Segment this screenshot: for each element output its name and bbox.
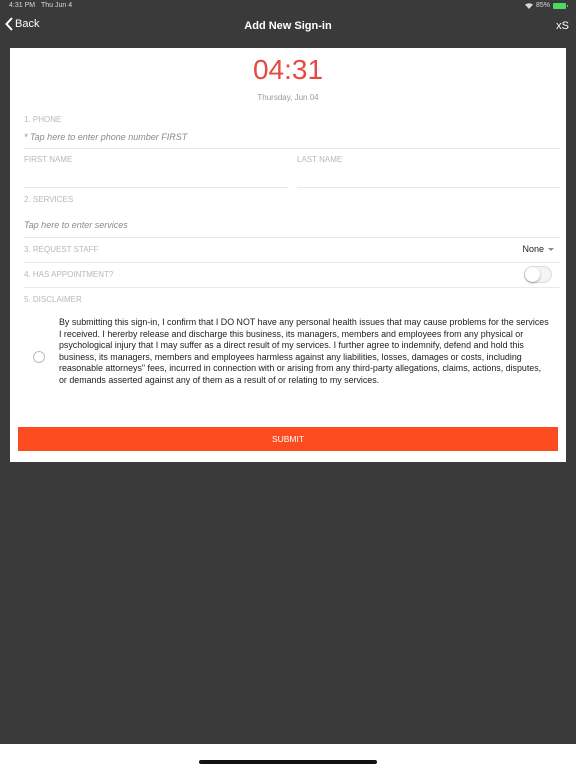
divider bbox=[24, 262, 560, 263]
status-right: 85% bbox=[524, 2, 568, 9]
submit-button[interactable]: SUBMIT bbox=[18, 427, 558, 451]
appointment-toggle[interactable] bbox=[524, 266, 552, 283]
disclaimer-agree-radio[interactable] bbox=[33, 351, 45, 363]
staff-dropdown-value: None bbox=[522, 244, 544, 254]
phone-label: 1. PHONE bbox=[24, 115, 62, 124]
divider bbox=[24, 237, 560, 238]
wifi-icon bbox=[524, 2, 533, 9]
first-name-label: FIRST NAME bbox=[24, 155, 73, 164]
date-display: Thursday, Jun 04 bbox=[257, 93, 319, 102]
home-indicator bbox=[199, 760, 377, 764]
disclaimer-label: 5. DISCLAIMER bbox=[24, 295, 82, 304]
first-name-input[interactable] bbox=[24, 166, 288, 186]
divider bbox=[24, 187, 288, 188]
appointment-label: 4. HAS APPOINTMENT? bbox=[24, 270, 114, 279]
services-input[interactable]: Tap here to enter services bbox=[24, 220, 128, 230]
divider bbox=[297, 187, 560, 188]
divider bbox=[24, 287, 560, 288]
status-bar: 4:31 PM Thu Jun 4 85% bbox=[0, 0, 576, 12]
status-time: 4:31 PM bbox=[9, 2, 36, 9]
caret-down-icon bbox=[548, 247, 554, 251]
disclaimer-text: By submitting this sign-in, I confirm th… bbox=[59, 317, 549, 385]
page-title: Add New Sign-in bbox=[244, 20, 332, 32]
status-date: Thu Jun 4 bbox=[41, 2, 73, 9]
battery-icon bbox=[553, 2, 568, 9]
sign-in-form-card: 04:31 Thursday, Jun 04 1. PHONE * Tap he… bbox=[10, 48, 566, 462]
phone-input[interactable]: * Tap here to enter phone number FIRST bbox=[24, 132, 187, 142]
battery-percent: 85% bbox=[535, 2, 550, 9]
last-name-label: LAST NAME bbox=[297, 155, 343, 164]
clock-display: 04:31 bbox=[252, 54, 324, 85]
services-label: 2. SERVICES bbox=[24, 195, 74, 204]
size-toggle-button[interactable]: xS bbox=[556, 20, 569, 32]
staff-dropdown[interactable]: None bbox=[522, 244, 554, 254]
bottom-safe-area bbox=[0, 744, 576, 768]
divider bbox=[24, 148, 560, 149]
toggle-knob bbox=[525, 267, 540, 282]
navigation-bar: Back Add New Sign-in xS bbox=[0, 12, 576, 42]
request-staff-label: 3. REQUEST STAFF bbox=[24, 245, 99, 254]
last-name-input[interactable] bbox=[297, 166, 560, 186]
